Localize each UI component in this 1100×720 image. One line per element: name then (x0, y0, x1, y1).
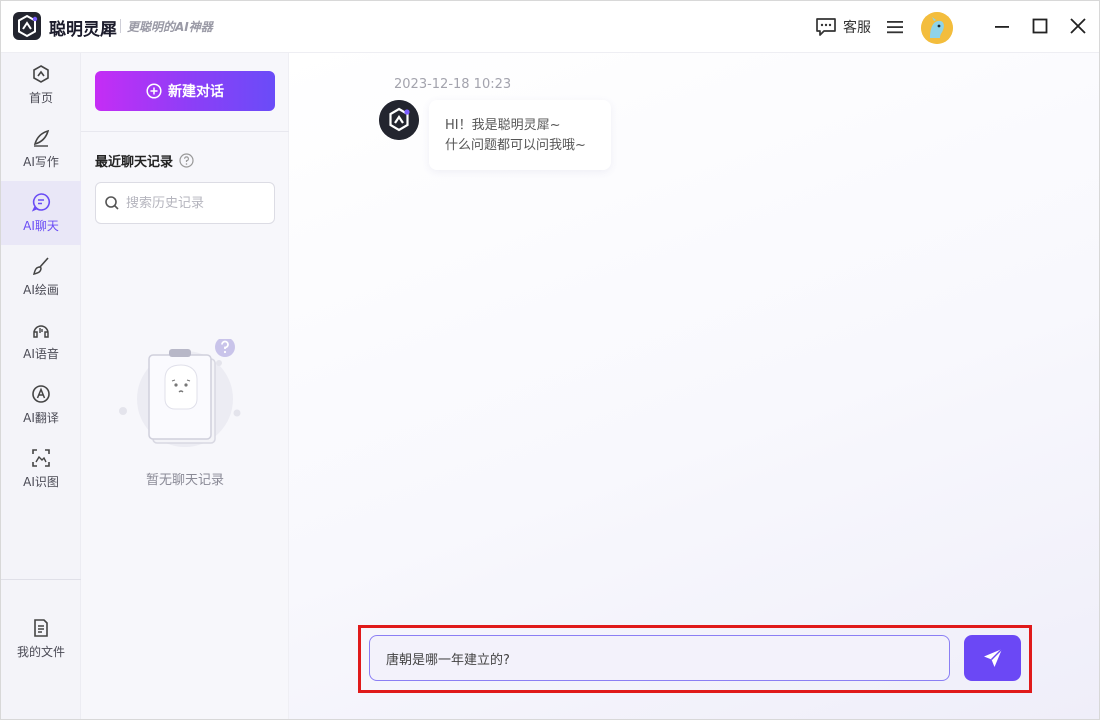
user-avatar-icon[interactable] (921, 12, 953, 44)
nav-label-ai-chat: AI聊天 (23, 219, 59, 233)
recent-chats-title: 最近聊天记录 (95, 151, 194, 170)
nav-item-ai-image-recognition[interactable]: AI识图 (1, 437, 81, 501)
maximize-icon[interactable] (1029, 15, 1051, 37)
recent-chats-label: 最近聊天记录 (95, 155, 174, 170)
new-chat-label: 新建对话 (168, 84, 224, 100)
history-divider (81, 131, 289, 132)
search-icon (105, 196, 119, 210)
chat-icon (31, 193, 50, 212)
left-nav: 首页 AI写作 AI聊天 AI绘画 AI语音 AI翻译 AI识图 我的文件 (1, 53, 81, 719)
brush-icon (32, 257, 49, 276)
chat-bubble-icon (816, 18, 836, 36)
title-separator (120, 19, 121, 33)
nav-item-ai-chat[interactable]: AI聊天 (1, 181, 81, 245)
nav-item-ai-voice[interactable]: AI语音 (1, 309, 81, 373)
new-chat-button[interactable]: 新建对话 (95, 71, 275, 111)
customer-service-button[interactable]: 客服 (815, 15, 871, 39)
help-icon[interactable] (179, 153, 194, 168)
chat-area: 2023-12-18 10:23 HI！我是聪明灵犀~ 什么问题都可以问我哦~ (289, 53, 1099, 719)
nav-item-home[interactable]: 首页 (1, 53, 81, 117)
app-name: 聪明灵犀 (49, 20, 117, 40)
nav-item-ai-painting[interactable]: AI绘画 (1, 245, 81, 309)
nav-label-ai-writing: AI写作 (23, 155, 59, 169)
nav-label-home: 首页 (28, 91, 53, 105)
app-slogan: 更聪明的AI神器 (127, 20, 213, 34)
nav-item-my-files[interactable]: 我的文件 (1, 607, 81, 671)
nav-label-ai-voice: AI语音 (23, 347, 59, 361)
chat-input-box[interactable] (369, 635, 950, 681)
chat-input[interactable] (386, 650, 933, 666)
nav-label-my-files: 我的文件 (16, 645, 65, 659)
message-timestamp: 2023-12-18 10:23 (394, 77, 512, 92)
history-search-box[interactable] (95, 182, 275, 224)
nav-label-ai-translate: AI翻译 (23, 411, 59, 425)
nav-label-ai-painting: AI绘画 (23, 283, 59, 297)
logo-icon (13, 12, 41, 40)
customer-service-label: 客服 (843, 20, 871, 36)
bot-avatar-icon (379, 100, 419, 140)
title-bar: 聪明灵犀 更聪明的AI神器 客服 (1, 1, 1099, 53)
translate-icon (32, 385, 50, 403)
empty-history-illustration (119, 339, 241, 447)
app-window: 聪明灵犀 更聪明的AI神器 客服 首页 AI写作 AI聊天 AI绘画 AI语音 … (0, 0, 1100, 720)
send-icon (983, 648, 1002, 667)
home-icon (33, 65, 49, 83)
hamburger-menu-icon[interactable] (885, 17, 905, 37)
close-icon[interactable] (1067, 15, 1089, 37)
nav-item-ai-translate[interactable]: AI翻译 (1, 373, 81, 437)
voice-icon (33, 325, 49, 338)
history-panel: 新建对话 最近聊天记录 搜索历史记录 暂无聊天记录 (81, 53, 289, 719)
bot-message-line: 什么问题都可以问我哦~ (445, 138, 586, 153)
send-button[interactable] (964, 635, 1021, 681)
bot-message-bubble: HI！我是聪明灵犀~ 什么问题都可以问我哦~ (429, 100, 611, 170)
file-icon (34, 619, 48, 637)
plus-circle-icon (146, 83, 162, 99)
empty-history-text: 暂无聊天记录 (145, 473, 224, 488)
bot-message-line: HI！我是聪明灵犀~ (445, 118, 561, 133)
image-recognition-icon (32, 449, 50, 467)
nav-label-ai-image-recognition: AI识图 (23, 475, 59, 489)
history-search-input[interactable] (126, 195, 266, 211)
nav-item-ai-writing[interactable]: AI写作 (1, 117, 81, 181)
nav-divider (1, 579, 81, 580)
minimize-icon[interactable] (991, 15, 1013, 37)
pen-icon (33, 129, 50, 147)
